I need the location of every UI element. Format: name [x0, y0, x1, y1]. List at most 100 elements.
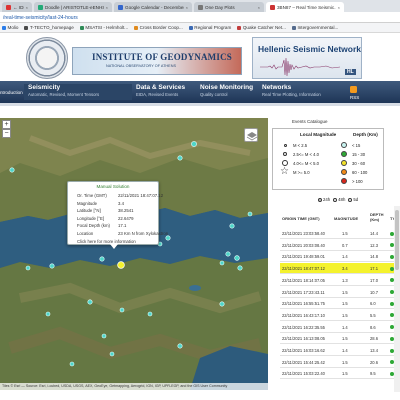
legend-magnitude-label: M < 2.5	[293, 143, 308, 148]
legend-depth-label: 30 - 60	[352, 160, 366, 166]
browser-tab[interactable]: Google Calendar - December 2...×	[114, 2, 192, 12]
cell-magnitude: 0.7	[342, 242, 348, 248]
cell-origin-time: 22/11/2021 15:44:25.42	[282, 359, 325, 365]
popup-more-info-link[interactable]: Click here for more information	[77, 239, 136, 244]
browser-tab[interactable]: One Day Plots ×	[194, 2, 264, 12]
bookmark-item[interactable]: Cross Border Coop...	[134, 25, 183, 30]
bookmark-item[interactable]: Quake Catcher Net...	[237, 25, 286, 30]
nav-seismicity[interactable]: Seismicity Automatic, Revised, Moment Te…	[24, 84, 132, 100]
cell-depth: 28.6	[370, 336, 378, 342]
legend-depth-dot	[341, 178, 347, 184]
legend-depth-dot	[341, 169, 347, 175]
time-option-label: 48h	[338, 197, 346, 202]
table-row[interactable]: 22/11/2021 15:03:22.40 1.5 9.5	[280, 368, 400, 380]
event-marker	[101, 333, 107, 339]
radio-button[interactable]	[333, 197, 338, 202]
bookmark-item[interactable]: Regional Program	[188, 25, 231, 30]
table-row[interactable]: 22/11/2021 18:14:07.05 1.3 17.0	[280, 275, 400, 286]
cell-magnitude: 1.5	[342, 371, 348, 377]
cell-magnitude: 1.4	[342, 254, 348, 260]
event-marker	[49, 263, 55, 269]
table-row[interactable]: 22/11/2021 20:03:08.40 0.7 12.3	[280, 240, 400, 251]
rss-link[interactable]: RSS	[350, 95, 359, 100]
popup-row-value: 22.6479	[118, 215, 134, 221]
browser-tab[interactable]: ← IDN×	[2, 2, 32, 12]
col-origin-time[interactable]: ORIGIN TIME (GMT)	[282, 216, 320, 221]
rss-icon[interactable]	[350, 86, 357, 93]
time-option-2[interactable]: 5d	[348, 197, 358, 202]
popup-row-value: 17.1	[118, 223, 127, 228]
close-tab-icon[interactable]: ×	[186, 5, 188, 10]
table-row[interactable]: 22/11/2021 17:23:43.11 1.5 10.7	[280, 287, 400, 298]
tab-favicon-icon	[38, 4, 43, 10]
legend-magnitude-label: M >= 5.0	[293, 170, 310, 175]
col-depth[interactable]: DEPTH (Km)	[370, 212, 384, 222]
url-input[interactable]	[3, 14, 303, 21]
cell-origin-time: 22/11/2021 18:14:07.05	[282, 277, 325, 283]
browser-tab[interactable]: Doodle | ARISTOTLE-eENHSP I...×	[34, 2, 112, 12]
radio-button[interactable]	[348, 197, 353, 202]
browser-tab[interactable]: 3BN87 – Real Time Seismic... ×	[266, 2, 344, 12]
legend-depth-title: Depth (Km)	[353, 132, 378, 137]
nav-networks[interactable]: Networks Real Time Plotting, Information	[262, 84, 321, 100]
table-row[interactable]: 22/11/2021 16:55:51.75 1.5 6.0	[280, 298, 400, 310]
time-range-selector[interactable]: 24h 48h 5d	[318, 197, 358, 202]
bookmark-favicon-icon	[2, 25, 6, 30]
event-markers	[9, 141, 253, 367]
bookmark-label: Intergovernmental...	[297, 25, 339, 30]
bookmark-item[interactable]: Molio	[2, 25, 18, 30]
observatory-logo[interactable]	[26, 37, 68, 79]
bookmark-item[interactable]: MSATSI - Helmholt...	[79, 25, 129, 30]
cell-magnitude: 1.5	[342, 289, 348, 295]
legend-depth-label: 15 - 30	[352, 151, 366, 157]
cell-depth: 10.7	[370, 289, 378, 295]
close-tab-icon[interactable]: ×	[338, 5, 340, 10]
tab-favicon-icon	[270, 4, 275, 10]
popup-row-label: Latitude [°N]	[77, 208, 101, 213]
time-option-label: 24h	[323, 197, 331, 202]
cell-origin-time: 22/11/2021 16:22:35.55	[282, 324, 325, 330]
time-option-0[interactable]: 24h	[318, 197, 330, 202]
close-tab-icon[interactable]: ×	[258, 5, 260, 10]
panel-title: Events Catalogue	[292, 119, 328, 124]
nav-item-title: Networks	[262, 84, 292, 91]
table-row[interactable]: 22/11/2021 19:48:59.01 1.4 14.8	[280, 251, 400, 263]
cell-depth: 14.8	[370, 254, 378, 260]
cell-depth: 13.4	[370, 348, 378, 353]
scrollbar-thumb[interactable]	[395, 210, 399, 270]
bookmark-label: Quake Catcher Net...	[242, 25, 286, 30]
nav-data-services[interactable]: Data & Services EIDA, Revised Events	[136, 84, 185, 100]
popup-row-label: Location	[77, 230, 94, 236]
table-row[interactable]: 22/11/2021 16:22:35.55 1.4 8.6	[280, 322, 400, 333]
table-row[interactable]: 22/11/2021 23:03:58.40 1.5 14.4	[280, 228, 400, 239]
col-magnitude[interactable]: MAGNITUDE	[334, 216, 358, 221]
bookmark-favicon-icon	[291, 25, 296, 30]
table-row[interactable]: 22/11/2021 18:47:07.12 3.4 17.1	[280, 263, 400, 275]
bookmark-favicon-icon	[188, 25, 193, 30]
table-row[interactable]: 22/11/2021 16:03:16.62 1.4 13.4	[280, 345, 400, 356]
table-row[interactable]: 22/11/2021 15:44:25.42 1.5 20.6	[280, 357, 400, 368]
tab-label: Google Calendar - December 2...	[125, 4, 184, 10]
nav-noise-monitoring[interactable]: Noise Monitoring Quality control	[200, 84, 253, 100]
popup-row-label: Or. Time (GMT)	[77, 193, 107, 198]
close-tab-icon[interactable]: ×	[26, 5, 28, 10]
bookmark-item[interactable]: Intergovernmental...	[291, 25, 339, 30]
bookmark-item[interactable]: T-TECTO_homepage	[24, 25, 74, 30]
time-option-1[interactable]: 48h	[333, 197, 345, 202]
bookmark-label: MSATSI - Helmholt...	[85, 25, 129, 30]
close-tab-icon[interactable]: ×	[106, 5, 108, 10]
radio-button[interactable]	[318, 197, 322, 202]
event-marker	[219, 260, 225, 266]
table-row[interactable]: 22/11/2021 16:43:17.10 1.5 5.5	[280, 310, 400, 321]
cell-magnitude: 1.5	[342, 231, 348, 236]
cell-depth: 6.0	[370, 301, 376, 307]
nav-item-subtitle: EIDA, Revised Events	[136, 92, 179, 97]
cell-magnitude: 1.3	[342, 277, 348, 283]
table-row[interactable]: 22/11/2021 16:13:08.05 1.5 28.6	[280, 333, 400, 345]
event-marker	[229, 223, 235, 229]
bookmark-label: Cross Border Coop...	[139, 25, 183, 30]
popup-row-label: Focal Depth (km)	[77, 223, 110, 228]
popup-title: Manual Solution	[96, 184, 130, 189]
nav-introduction[interactable]: ntroduction	[0, 90, 23, 95]
cell-origin-time: 22/11/2021 19:48:59.01	[282, 254, 325, 260]
